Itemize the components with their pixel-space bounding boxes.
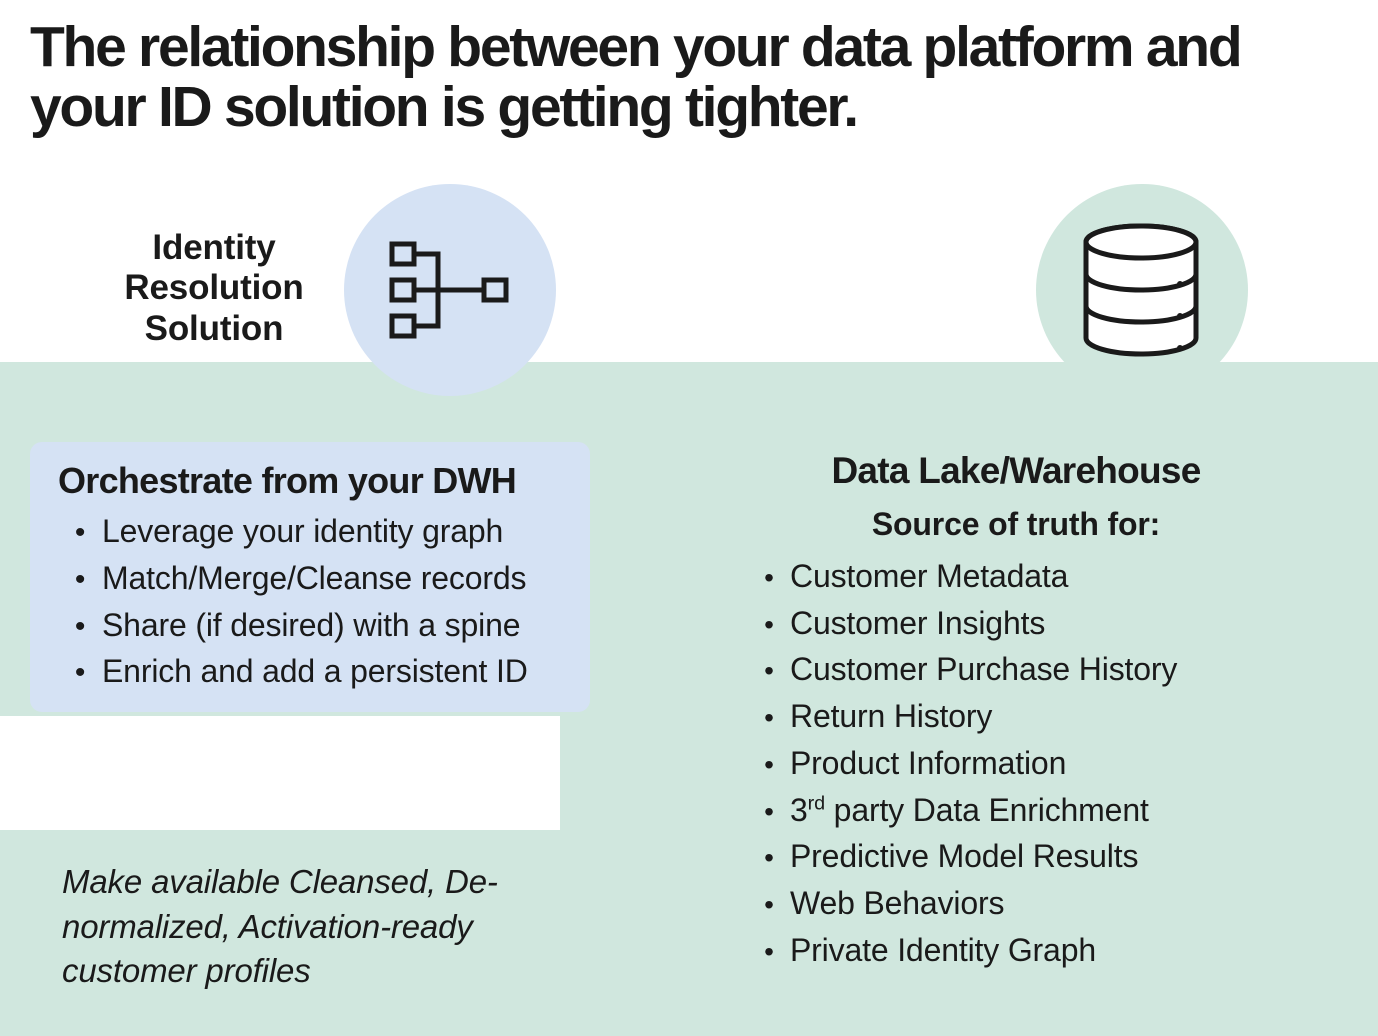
- profiles-note: Make available Cleansed, De-normalized, …: [62, 860, 562, 994]
- orchestrate-card: Orchestrate from your DWH Leverage your …: [30, 442, 590, 712]
- list-item: Enrich and add a persistent ID: [58, 648, 562, 695]
- list-item: Customer Metadata: [748, 553, 1296, 600]
- datalake-panel: Data Lake/Warehouse Source of truth for:…: [736, 450, 1296, 973]
- identity-resolution-label: Identity Resolution Solution: [104, 228, 324, 349]
- page-title: The relationship between your data platf…: [30, 18, 1338, 138]
- list-item: 3rd party Data Enrichment: [748, 787, 1296, 834]
- database-icon: [1076, 222, 1206, 358]
- datalake-heading: Data Lake/Warehouse: [736, 450, 1296, 492]
- orchestrate-list: Leverage your identity graph Match/Merge…: [58, 508, 562, 695]
- list-item: Web Behaviors: [748, 880, 1296, 927]
- list-item: Share (if desired) with a spine: [58, 602, 562, 649]
- list-item: Leverage your identity graph: [58, 508, 562, 555]
- list-item: Predictive Model Results: [748, 833, 1296, 880]
- list-item: Match/Merge/Cleanse records: [58, 555, 562, 602]
- white-gap: [0, 716, 560, 830]
- datalake-list: Customer Metadata Customer Insights Cust…: [736, 553, 1296, 973]
- hierarchy-icon: [386, 238, 512, 344]
- list-item: Return History: [748, 693, 1296, 740]
- list-item: Product Information: [748, 740, 1296, 787]
- list-item: Private Identity Graph: [748, 927, 1296, 974]
- list-item: Customer Insights: [748, 600, 1296, 647]
- slide: The relationship between your data platf…: [0, 0, 1378, 1036]
- datalake-subheading: Source of truth for:: [736, 506, 1296, 543]
- orchestrate-heading: Orchestrate from your DWH: [58, 460, 562, 502]
- list-item: Customer Purchase History: [748, 646, 1296, 693]
